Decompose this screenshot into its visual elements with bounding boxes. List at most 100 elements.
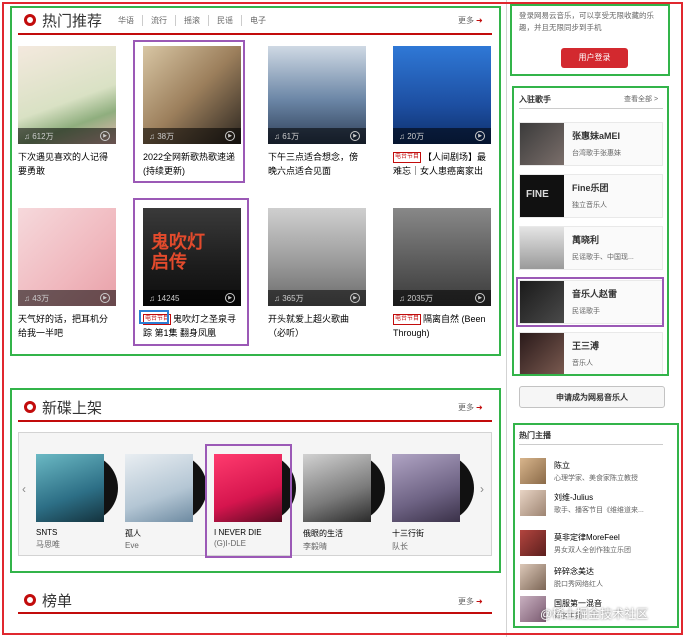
cover-image[interactable]: ♫ 20万 ▶ — [393, 46, 491, 144]
new-albums-title[interactable]: 新碟上架 — [42, 397, 102, 418]
dj-name[interactable]: 刘维-Julius — [554, 492, 644, 503]
cover-image[interactable]: ♫ 61万 ▶ — [268, 46, 366, 144]
singer-photo[interactable] — [520, 123, 564, 165]
playlist-card-8[interactable]: ♫ 2035万 ▶ 电台节目 隔离自然 (Been Through) — [393, 208, 491, 340]
playlist-card-4[interactable]: ♫ 20万▶ 电台节目【人间剧场】最难忘｜女人患癌离家出走，生死未卜 — [393, 46, 491, 178]
album-cover[interactable] — [214, 454, 296, 522]
playlist-card-5[interactable]: ♫ 43万 ▶ 天气好的话，把耳机分给我一半吧 — [18, 208, 116, 340]
album-artist[interactable]: 马思唯 — [36, 539, 114, 550]
play-icon[interactable]: ▶ — [225, 131, 235, 141]
album-item-3[interactable]: I NEVER DIE (G)I-DLE — [214, 454, 296, 548]
singer-photo[interactable]: FINE — [520, 175, 564, 217]
singer-desc: 民谣歌手、中国现... — [572, 254, 634, 261]
album-artist[interactable]: 队长 — [392, 541, 470, 552]
singer-name[interactable]: 萬晓利 — [572, 233, 634, 246]
tag-electronic[interactable]: 电子 — [241, 14, 274, 26]
play-icon[interactable]: ▶ — [225, 293, 235, 303]
album-name[interactable]: 俄眼的生活 — [303, 528, 381, 539]
card-caption[interactable]: 下次遇见喜欢的人记得要勇敢 — [18, 150, 116, 178]
headphone-icon: ♫ — [149, 293, 155, 303]
playlist-card-3[interactable]: ♫ 61万 ▶ 下午三点适合想念，傍晚六点适合见面 — [268, 46, 366, 178]
carousel-prev-icon[interactable]: ‹ — [22, 482, 26, 496]
card-caption[interactable]: 下午三点适合想念，傍晚六点适合见面 — [268, 150, 366, 178]
card-caption[interactable]: 电台节目 隔离自然 (Been Through) — [393, 312, 491, 340]
album-cover[interactable] — [303, 454, 385, 522]
charts-more-link[interactable]: 更多 ➜ — [458, 596, 483, 607]
album-name[interactable]: SNTS — [36, 528, 114, 537]
singer-desc: 独立音乐人 — [572, 202, 607, 209]
play-icon[interactable]: ▶ — [350, 131, 360, 141]
singer-item-2[interactable]: FINE Fine乐团独立音乐人 — [519, 174, 663, 218]
dj-photo[interactable] — [520, 530, 546, 556]
singer-name[interactable]: 王三溥 — [572, 339, 599, 352]
dj-photo[interactable] — [520, 458, 546, 484]
carousel-next-icon[interactable]: › — [480, 482, 484, 496]
card-caption[interactable]: 电台节目【人间剧场】最难忘｜女人患癌离家出走，生死未卜 — [393, 150, 491, 178]
login-button[interactable]: 用户登录 — [561, 48, 628, 68]
album-cover[interactable] — [36, 454, 118, 522]
dj-photo[interactable] — [520, 564, 546, 590]
dj-item-4[interactable]: 碎碎念美达 脱口秀网络红人 — [520, 564, 603, 590]
charts-title[interactable]: 榜单 — [42, 590, 72, 611]
dj-item-2[interactable]: 刘维-Julius 歌手、播客节目《维维道来... — [520, 490, 644, 516]
hot-more-link[interactable]: 更多 ➜ — [458, 15, 483, 26]
dj-name[interactable]: 莫非定律MoreFeel — [554, 532, 631, 543]
play-icon[interactable]: ▶ — [100, 131, 110, 141]
cover-image[interactable]: ♫ 43万 ▶ — [18, 208, 116, 306]
tag-pop[interactable]: 流行 — [142, 14, 175, 26]
card-caption[interactable]: 电台节目 鬼吹灯之圣泉寻踪 第1集 翻身凤凰 — [143, 312, 241, 340]
album-name[interactable]: I NEVER DIE — [214, 528, 292, 537]
singer-photo[interactable] — [520, 227, 564, 269]
playlist-card-2[interactable]: ♫ 38万 ▶ 2022全网新歌热歌速递(持续更新) — [143, 46, 241, 178]
headphone-icon: ♫ — [399, 293, 405, 303]
card-caption[interactable]: 开头就爱上超火歌曲（必听） — [268, 312, 366, 340]
card-caption[interactable]: 2022全网新歌热歌速递(持续更新) — [143, 150, 241, 178]
singer-item-3[interactable]: 萬晓利民谣歌手、中国现... — [519, 226, 663, 270]
album-item-5[interactable]: 十三行街 队长 — [392, 454, 474, 552]
album-item-2[interactable]: 孤人 Eve — [125, 454, 207, 550]
album-name[interactable]: 孤人 — [125, 528, 203, 539]
dj-name[interactable]: 碎碎念美达 — [554, 566, 603, 577]
album-cover[interactable] — [125, 454, 207, 522]
singer-name[interactable]: 音乐人赵雷 — [572, 287, 617, 300]
cover-image[interactable]: 鬼吹灯 启传 ♫ 14245 ▶ — [143, 208, 241, 306]
play-icon[interactable]: ▶ — [350, 293, 360, 303]
album-artist[interactable]: 李毅晴 — [303, 541, 381, 552]
new-albums-more-link[interactable]: 更多 ➜ — [458, 402, 483, 413]
cover-image[interactable]: ♫ 38万 ▶ — [143, 46, 241, 144]
tag-chinese[interactable]: 华语 — [118, 15, 142, 26]
apply-musician-button[interactable]: 申请成为网易音乐人 — [519, 386, 665, 408]
singers-more-link[interactable]: 查看全部 > — [624, 94, 658, 104]
album-item-4[interactable]: 俄眼的生活 李毅晴 — [303, 454, 385, 552]
singer-photo[interactable] — [520, 281, 564, 323]
cover-image[interactable]: ♫ 612万 ▶ — [18, 46, 116, 144]
album-artist[interactable]: Eve — [125, 541, 203, 550]
singer-item-5[interactable]: 王三溥 音乐人 — [519, 332, 663, 376]
dj-name[interactable]: 陈立 — [554, 460, 638, 471]
tag-folk[interactable]: 民谣 — [208, 14, 241, 26]
play-icon[interactable]: ▶ — [475, 293, 485, 303]
card-caption[interactable]: 天气好的话，把耳机分给我一半吧 — [18, 312, 116, 340]
dj-item-3[interactable]: 莫非定律MoreFeel 男女双人全创作独立乐团 — [520, 530, 631, 556]
tag-rock[interactable]: 摇滚 — [175, 14, 208, 26]
cover-image[interactable]: ♫ 2035万 ▶ — [393, 208, 491, 306]
singer-name[interactable]: 张惠妹aMEI — [572, 129, 621, 142]
album-artist[interactable]: (G)I-DLE — [214, 539, 292, 548]
play-icon[interactable]: ▶ — [100, 293, 110, 303]
dj-photo[interactable] — [520, 490, 546, 516]
playlist-card-7[interactable]: ♫ 365万 ▶ 开头就爱上超火歌曲（必听） — [268, 208, 366, 340]
play-icon[interactable]: ▶ — [475, 131, 485, 141]
singer-item-1[interactable]: 张惠妹aMEI 台湾歌手张惠妹 — [519, 122, 663, 166]
playlist-card-1[interactable]: ♫ 612万 ▶ 下次遇见喜欢的人记得要勇敢 — [18, 46, 116, 178]
playlist-card-6[interactable]: 鬼吹灯 启传 ♫ 14245 ▶ 电台节目 鬼吹灯之圣泉寻踪 第1集 翻身凤凰 — [143, 208, 241, 340]
hot-title[interactable]: 热门推荐 — [42, 10, 102, 31]
singer-photo[interactable] — [520, 333, 564, 375]
watermark: @稀土掘金技术社区 — [540, 607, 649, 621]
album-item-1[interactable]: SNTS 马思唯 — [36, 454, 118, 550]
cover-image[interactable]: ♫ 365万 ▶ — [268, 208, 366, 306]
album-cover[interactable] — [392, 454, 474, 522]
dj-item-1[interactable]: 陈立 心理学家、美食家陈立教授 — [520, 458, 638, 484]
singer-item-4[interactable]: 音乐人赵雷 民谣歌手 — [519, 280, 663, 324]
album-name[interactable]: 十三行街 — [392, 528, 470, 539]
singer-name[interactable]: Fine乐团 — [572, 181, 609, 194]
